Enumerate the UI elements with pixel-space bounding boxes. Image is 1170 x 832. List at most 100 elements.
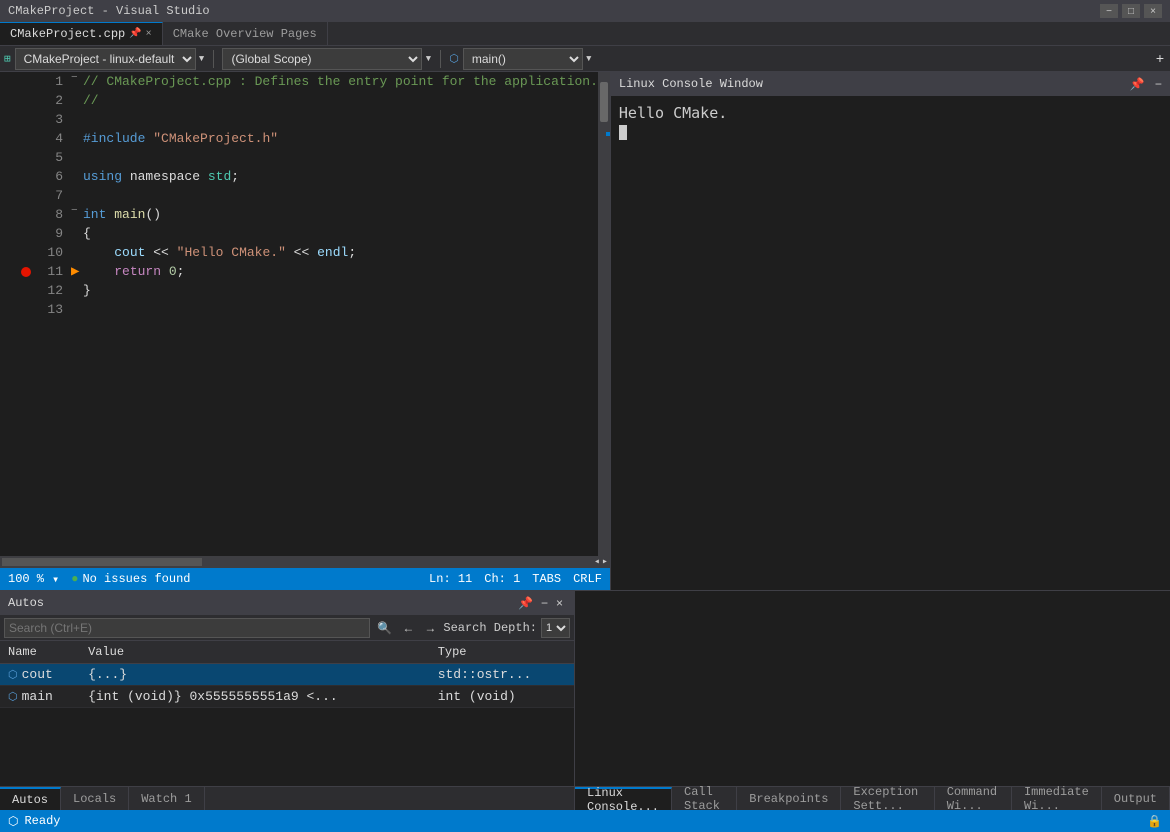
- bp-margin-12: [16, 281, 36, 300]
- var-name-main: ⬡main: [0, 685, 80, 707]
- scope-dropdown[interactable]: (Global Scope): [222, 48, 422, 70]
- status-right: Ln: 11 Ch: 1 TABS CRLF: [429, 572, 602, 586]
- autos-pin-button[interactable]: 📌: [515, 596, 536, 610]
- v-scroll-thumb[interactable]: [600, 82, 608, 122]
- line-num-7: 7: [36, 186, 71, 205]
- tab-watch-1[interactable]: Watch 1: [129, 787, 204, 810]
- col-header-type: Type: [430, 641, 574, 663]
- status-lock-icon: 🔒: [1147, 814, 1162, 829]
- status-ready-icon: ⬡: [8, 814, 18, 829]
- line-num-13: 13: [36, 300, 71, 319]
- tab-close-cmake-cpp[interactable]: ×: [146, 29, 152, 40]
- editor-vertical-scrollbar[interactable]: [598, 72, 610, 556]
- project-section: ⊞ CMakeProject - linux-default ▾: [0, 48, 209, 70]
- code-text-4: #include "CMakeProject.h": [83, 129, 598, 148]
- editor-panel: 1 − // CMakeProject.cpp : Defines the en…: [0, 72, 610, 590]
- console-minimize-button[interactable]: −: [1152, 77, 1165, 91]
- var-type-main: int (void): [430, 685, 574, 707]
- tab-output[interactable]: Output: [1102, 787, 1170, 810]
- project-dropdown[interactable]: CMakeProject - linux-default: [15, 48, 196, 70]
- tab-cmake-overview[interactable]: CMake Overview Pages: [163, 22, 328, 45]
- fold-1[interactable]: −: [71, 72, 83, 91]
- editor-margin-indicator: [606, 132, 610, 136]
- code-text-13: [83, 300, 598, 319]
- code-line-6: 6 using namespace std;: [16, 167, 598, 186]
- maximize-button[interactable]: □: [1122, 4, 1140, 18]
- code-line-9: 9 {: [16, 224, 598, 243]
- fold-7: [71, 186, 83, 205]
- scroll-left-arrow[interactable]: ◂: [594, 556, 600, 568]
- minimize-button[interactable]: −: [1100, 4, 1118, 18]
- var-icon-cout: ⬡: [8, 670, 18, 682]
- search-depth-dropdown[interactable]: 123: [541, 618, 570, 638]
- line-num-6: 6: [36, 167, 71, 186]
- exec-arrow-11: ▶: [71, 262, 83, 281]
- tab-linux-console[interactable]: Linux Console...: [575, 787, 672, 810]
- code-editor[interactable]: 1 − // CMakeProject.cpp : Defines the en…: [0, 72, 610, 568]
- autos-forward-button[interactable]: →: [421, 621, 439, 635]
- code-text-6: using namespace std;: [83, 167, 598, 186]
- main-toolbar: ⊞ CMakeProject - linux-default ▾ (Global…: [0, 46, 1170, 72]
- code-line-13: 13: [16, 300, 598, 319]
- tab-cmake-cpp[interactable]: CMakeProject.cpp 📌 ×: [0, 22, 163, 45]
- tab-breakpoints[interactable]: Breakpoints: [737, 787, 841, 810]
- var-name-cout: ⬡cout: [0, 663, 80, 685]
- status-bar: 100 % ▾ ● No issues found Ln: 11 Ch: 1 T…: [0, 568, 610, 590]
- code-text-9: {: [83, 224, 598, 243]
- status-zoom-dropdown[interactable]: ▾: [52, 572, 59, 587]
- autos-close-button[interactable]: ×: [553, 596, 566, 610]
- status-ch: Ch: 1: [484, 572, 520, 586]
- var-value-main: {int (void)} 0x5555555551a9 <...: [80, 685, 430, 707]
- line-num-1: 1: [36, 72, 71, 91]
- status-ln: Ln: 11: [429, 572, 472, 586]
- autos-search-icon-button[interactable]: 🔍: [374, 621, 395, 635]
- autos-table: Name Value Type ⬡cout {...} std::ostr...…: [0, 641, 574, 708]
- add-toolbar-button[interactable]: +: [1150, 50, 1170, 66]
- editor-horizontal-scrollbar[interactable]: ◂ ▸: [0, 556, 610, 568]
- autos-panel: Autos 📌 − × 🔍 ← → Search Depth: 123: [0, 591, 575, 810]
- tab-exception-settings[interactable]: Exception Sett...: [841, 787, 934, 810]
- app-title: CMakeProject - Visual Studio: [8, 4, 210, 18]
- tab-label-cmake-overview: CMake Overview Pages: [173, 27, 317, 41]
- fold-12: [71, 281, 83, 300]
- col-header-value: Value: [80, 641, 430, 663]
- scroll-right-arrow[interactable]: ▸: [602, 556, 608, 568]
- code-line-5: 5: [16, 148, 598, 167]
- scroll-arrows: ◂ ▸: [592, 556, 610, 568]
- table-row[interactable]: ⬡cout {...} std::ostr...: [0, 663, 574, 685]
- autos-back-button[interactable]: ←: [399, 621, 417, 635]
- status-crlf: CRLF: [573, 572, 602, 586]
- console-output-text: Hello CMake.: [619, 104, 727, 122]
- fold-6: [71, 167, 83, 186]
- autos-minimize-button[interactable]: −: [538, 596, 551, 610]
- tab-locals[interactable]: Locals: [61, 787, 129, 810]
- autos-search-input[interactable]: [4, 618, 370, 638]
- line-num-3: 3: [36, 110, 71, 129]
- var-icon-main: ⬡: [8, 692, 18, 704]
- tab-immediate-window[interactable]: Immediate Wi...: [1012, 787, 1102, 810]
- window-controls: − □ ×: [1100, 4, 1162, 18]
- scope-section: (Global Scope) ▾: [218, 48, 436, 70]
- fold-8[interactable]: −: [71, 205, 83, 224]
- autos-toolbar: 🔍 ← → Search Depth: 123: [0, 615, 574, 641]
- function-icon: ⬡: [449, 52, 459, 66]
- code-line-7: 7: [16, 186, 598, 205]
- tab-autos[interactable]: Autos: [0, 787, 61, 810]
- table-row[interactable]: ⬡main {int (void)} 0x5555555551a9 <... i…: [0, 685, 574, 707]
- bp-margin-5: [16, 148, 36, 167]
- fold-4: [71, 129, 83, 148]
- close-button[interactable]: ×: [1144, 4, 1162, 18]
- search-depth-label: Search Depth:: [443, 621, 537, 635]
- tab-call-stack[interactable]: Call Stack: [672, 787, 737, 810]
- console-window-controls: 📌 − ×: [1127, 77, 1170, 91]
- editor-inner: 1 − // CMakeProject.cpp : Defines the en…: [0, 72, 610, 556]
- tab-command-window[interactable]: Command Wi...: [935, 787, 1012, 810]
- breakpoint-dot-11[interactable]: [21, 267, 31, 277]
- search-depth-control: Search Depth: 123: [443, 618, 570, 638]
- autos-title: Autos: [8, 596, 44, 610]
- function-dropdown[interactable]: main(): [463, 48, 583, 70]
- console-pin-button[interactable]: 📌: [1127, 77, 1148, 91]
- line-num-5: 5: [36, 148, 71, 167]
- function-dropdown-arrow: ▾: [585, 51, 593, 66]
- code-content[interactable]: 1 − // CMakeProject.cpp : Defines the en…: [16, 72, 598, 556]
